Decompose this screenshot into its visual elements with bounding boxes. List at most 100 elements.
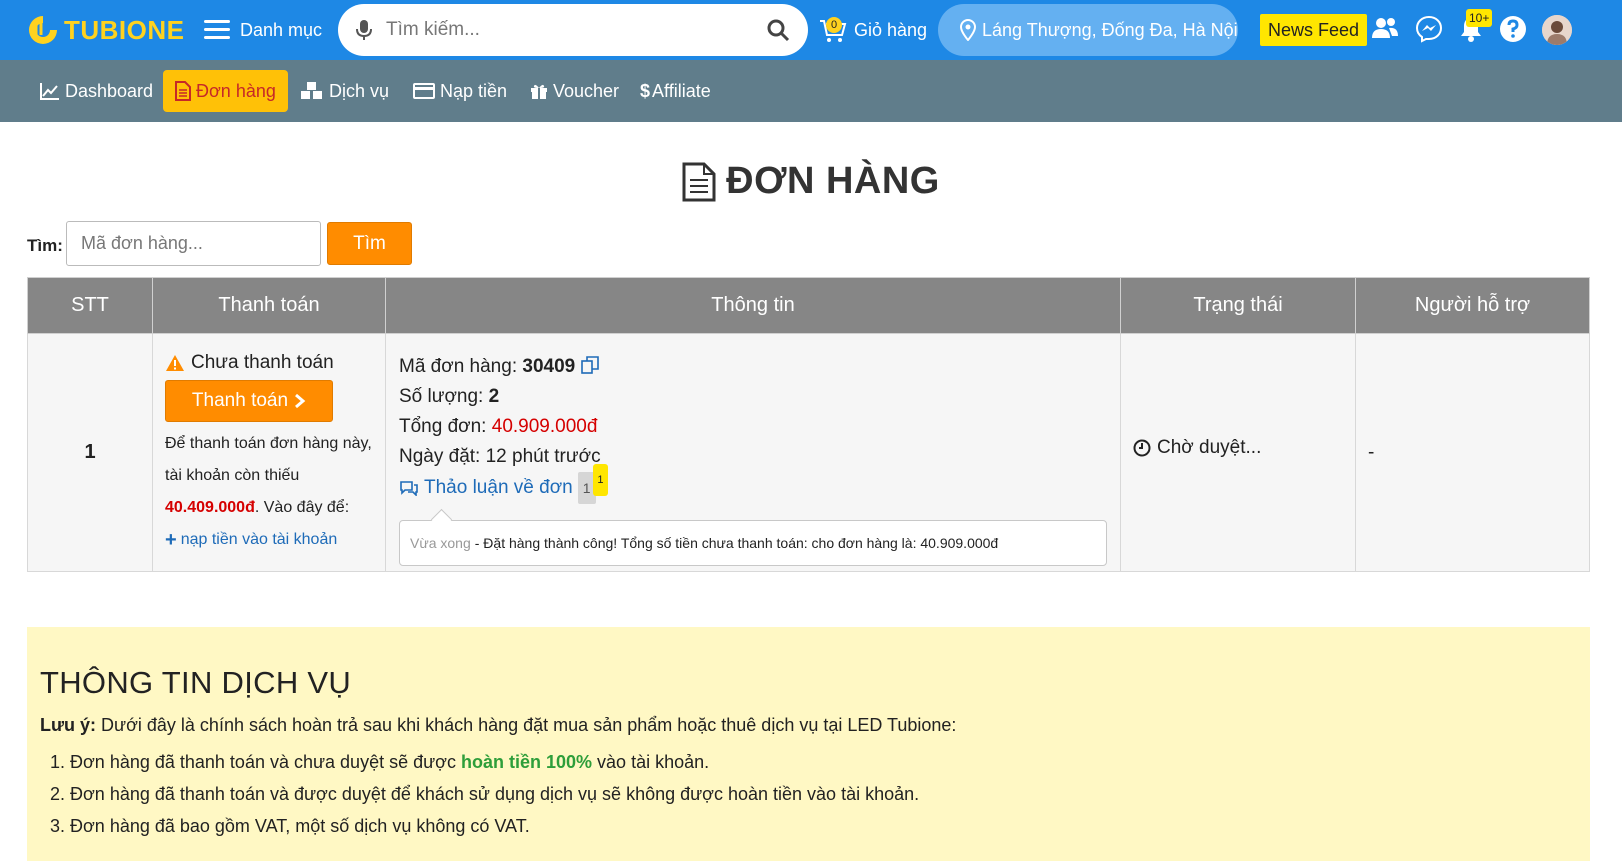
latest-message: Vừa xong - Đặt hàng thành công! Tổng số … (399, 520, 1107, 566)
payment-status-label: Chưa thanh toán (191, 352, 334, 373)
missing-amount: 40.409.000đ (165, 499, 255, 516)
avatar[interactable] (1542, 15, 1572, 45)
order-code-line: Mã đơn hàng: 30409 (399, 352, 1107, 382)
cubes-icon (301, 82, 322, 99)
payment-note: Để thanh toán đơn hàng này, tài khoản cò… (165, 428, 373, 558)
column-header-info: Thông tin (385, 277, 1121, 334)
list-item: Đơn hàng đã bao gồm VAT, một số dịch vụ … (70, 810, 1577, 842)
list-item: Đơn hàng đã thanh toán và chưa duyệt sẽ … (70, 746, 1577, 778)
payment-note-text-2: . Vào đây để: (254, 499, 350, 516)
dollar-icon: $ (640, 80, 651, 101)
copy-icon[interactable] (580, 356, 599, 374)
quantity-line: Số lượng: 2 (399, 382, 1107, 412)
document-icon (682, 162, 716, 201)
category-menu-button[interactable]: Danh mục (204, 12, 322, 48)
order-code-search-input[interactable] (66, 221, 321, 266)
message-text: - Đặt hàng thành công! Tổng số tiền chưa… (474, 535, 999, 551)
plus-icon: + (165, 529, 177, 551)
policy-1-highlight: hoàn tiền 100% (460, 752, 593, 772)
policy-1-after: vào tài khoản. (597, 752, 710, 772)
table-header-row: STT Thanh toán Thông tin Trạng thái Ngườ… (27, 277, 1590, 334)
chart-line-icon (40, 83, 59, 100)
location-selector[interactable]: Láng Thượng, Đống Đa, Hà Nội (938, 4, 1238, 56)
service-note-text: Dưới đây là chính sách hoàn trả sau khi … (101, 715, 957, 735)
gift-icon (531, 84, 547, 99)
column-header-stt: STT (27, 277, 153, 334)
table-row: 1 Chưa thanh toán Thanh toán Để thanh to… (27, 333, 1590, 572)
list-item: Đơn hàng đã thanh toán và được duyệt để … (70, 778, 1577, 810)
policy-1-before: Đơn hàng đã thanh toán và chưa duyệt sẽ … (70, 752, 456, 772)
map-pin-icon (960, 19, 976, 41)
column-header-support: Người hỗ trợ (1355, 277, 1590, 334)
location-label: Láng Thượng, Đống Đa, Hà Nội (982, 19, 1238, 40)
page-title-text: ĐƠN HÀNG (726, 160, 940, 202)
find-button[interactable]: Tìm (327, 222, 412, 265)
quantity-value: 2 (488, 386, 500, 407)
nav-dashboard[interactable]: Dashboard (40, 70, 153, 112)
nav-affiliate-label: Affiliate (652, 80, 711, 101)
service-note: Lưu ý: Dưới đây là chính sách hoàn trả s… (40, 715, 1577, 736)
brand-logo[interactable]: TUBIONE (26, 10, 185, 50)
column-header-payment: Thanh toán (152, 277, 386, 334)
users-icon[interactable] (1370, 14, 1400, 44)
help-icon[interactable] (1498, 14, 1528, 44)
nav-orders-label: Đơn hàng (196, 80, 276, 101)
microphone-icon[interactable] (356, 19, 372, 41)
cart-count-badge: 0 (826, 17, 842, 33)
message-time: Vừa xong (410, 535, 471, 551)
main-nav: Dashboard Đơn hàng Dịch vụ Nạp tiền Vouc… (0, 60, 1622, 122)
find-label: Tìm: (27, 236, 63, 255)
service-info-title: THÔNG TIN DỊCH VỤ (40, 665, 352, 700)
service-note-label: Lưu ý: (40, 715, 97, 735)
total-value: 40.909.000đ (491, 416, 598, 437)
order-status: Chờ duyệt... (1133, 437, 1343, 459)
refund-policy-list: Đơn hàng đã thanh toán và chưa duyệt sẽ … (40, 746, 1577, 842)
cell-status: Chờ duyệt... (1120, 333, 1356, 572)
orders-table: STT Thanh toán Thông tin Trạng thái Ngườ… (27, 277, 1590, 572)
nav-topup-label: Nạp tiền (440, 80, 508, 101)
cart-label: Giỏ hàng (854, 19, 928, 40)
quantity-label: Số lượng: (399, 386, 484, 407)
pay-button-label: Thanh toán (191, 390, 289, 411)
nav-voucher[interactable]: Voucher (530, 70, 619, 112)
document-icon (175, 81, 191, 101)
total-line: Tổng đơn: 40.909.000đ (399, 412, 1107, 442)
order-status-label: Chờ duyệt... (1157, 436, 1262, 458)
newsfeed-button[interactable]: News Feed (1260, 14, 1368, 46)
nav-orders[interactable]: Đơn hàng (163, 70, 288, 112)
nav-services[interactable]: Dịch vụ (300, 70, 389, 112)
messenger-icon[interactable] (1414, 14, 1444, 44)
topup-link[interactable]: + nạp tiền vào tài khoản (165, 524, 337, 556)
date-line: Ngày đặt: 12 phút trước (399, 442, 1107, 472)
search-input[interactable] (386, 19, 766, 41)
top-header: TUBIONE Danh mục 0 Giỏ hàng (0, 0, 1622, 60)
nav-dashboard-label: Dashboard (65, 80, 154, 101)
order-code-value: 30409 (522, 356, 576, 377)
payment-status: Chưa thanh toán (165, 352, 373, 374)
avatar-image (1542, 15, 1572, 45)
cell-stt: 1 (27, 333, 153, 572)
cart-button[interactable]: 0 Giỏ hàng (818, 12, 927, 48)
warning-icon (166, 355, 184, 371)
clock-icon (1133, 439, 1151, 456)
category-menu-label: Danh mục (240, 19, 323, 40)
pay-button[interactable]: Thanh toán (165, 380, 333, 422)
total-label: Tổng đơn: (399, 416, 487, 437)
search-icon[interactable] (766, 18, 790, 42)
payment-note-text: Để thanh toán đơn hàng này, tài khoản cò… (165, 435, 372, 484)
cell-support: - (1355, 333, 1590, 572)
topup-link-label: nạp tiền vào tài khoản (180, 531, 338, 548)
cell-info: Mã đơn hàng: 30409 Số lượng: 2 Tổng đơn:… (385, 333, 1121, 572)
nav-affiliate[interactable]: $ Affiliate (640, 70, 711, 112)
new-comment-badge: 1 (593, 464, 608, 496)
logo-icon (29, 16, 57, 44)
hamburger-icon (204, 20, 230, 40)
nav-topup[interactable]: Nạp tiền (413, 70, 507, 112)
notification-count-badge: 10+ (1466, 9, 1493, 27)
column-header-status: Trạng thái (1120, 277, 1356, 334)
credit-card-icon (413, 83, 435, 99)
discuss-link[interactable]: Thảo luận về đơn 1 1 (399, 464, 608, 504)
service-info-panel: THÔNG TIN DỊCH VỤ Lưu ý: Dưới đây là chí… (27, 627, 1590, 861)
brand-name: TUBIONE (64, 14, 185, 45)
order-code-label: Mã đơn hàng: (399, 356, 518, 377)
